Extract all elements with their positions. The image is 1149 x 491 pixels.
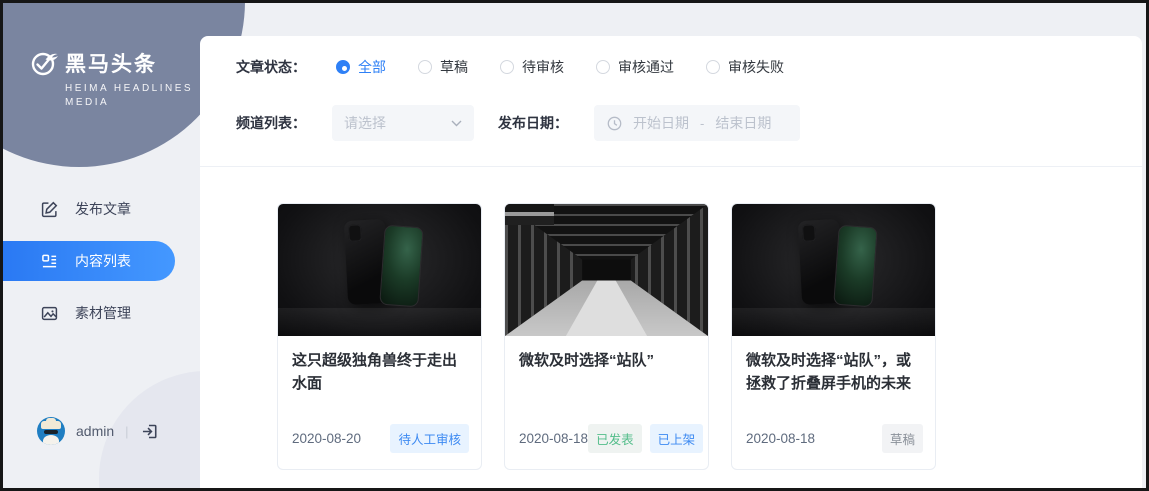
user-info: admin | (37, 417, 159, 445)
status-filter-label: 文章状态： (236, 59, 306, 75)
article-date: 2020-08-20 (292, 431, 362, 446)
edit-icon (41, 201, 58, 217)
date-separator: - (700, 115, 705, 131)
status-radio-group: 全部 草稿 待审核 审核通过 审核失败 (332, 57, 788, 77)
radio-draft[interactable]: 草稿 (414, 57, 472, 77)
article-cover-image (505, 204, 708, 336)
article-card[interactable]: 这只超级独角兽终于走出水面 2020-08-20 待人工审核 (277, 203, 482, 470)
date-filter-label: 发布日期： (498, 115, 568, 131)
article-card[interactable]: 微软及时选择“站队” 2020-08-18 已发表 已上架 (504, 203, 709, 470)
chevron-down-icon (451, 120, 462, 126)
status-filter-row: 文章状态： 全部 草稿 待审核 审核通过 审核失败 (236, 49, 1112, 85)
status-badge: 已发表 (588, 424, 642, 453)
start-date-placeholder: 开始日期 (633, 115, 689, 131)
channel-date-row: 频道列表： 请选择 发布日期： 开始日期 - 结束日期 (236, 105, 1112, 141)
radio-dot (336, 60, 350, 74)
username: admin (76, 423, 115, 439)
image-icon (41, 306, 58, 320)
radio-dot (418, 60, 432, 74)
app-window: 黑马头条 HEIMA HEADLINES MEDIA 发布文章 内容列表 素材管… (0, 0, 1149, 491)
filter-section: 文章状态： 全部 草稿 待审核 审核通过 审核失败 频道列表： 请选择 发布日期… (200, 36, 1142, 470)
sidebar-item-label: 素材管理 (75, 305, 131, 321)
status-badge: 已上架 (649, 424, 704, 453)
sidebar-item-content-list[interactable]: 内容列表 (3, 241, 175, 281)
sidebar-nav: 发布文章 内容列表 素材管理 (3, 189, 200, 345)
article-title: 微软及时选择“站队” (519, 352, 655, 369)
clock-icon (607, 116, 622, 130)
channel-filter-label: 频道列表： (236, 115, 306, 131)
radio-pending-review[interactable]: 待审核 (496, 57, 568, 77)
article-date: 2020-08-18 (746, 431, 816, 446)
brand-subtitle-2: MEDIA (65, 97, 110, 108)
article-cover-image (278, 204, 481, 336)
section-divider (200, 166, 1142, 167)
article-cover-image (732, 204, 935, 336)
brand-logo-icon (30, 49, 58, 77)
article-title: 这只超级独角兽终于走出水面 (292, 352, 458, 393)
sidebar-item-publish-article[interactable]: 发布文章 (3, 189, 200, 229)
date-range-input[interactable]: 开始日期 - 结束日期 (594, 105, 800, 141)
main-panel: 文章状态： 全部 草稿 待审核 审核通过 审核失败 频道列表： 请选择 发布日期… (200, 36, 1142, 488)
radio-review-failed[interactable]: 审核失败 (702, 57, 788, 77)
article-card-list: 这只超级独角兽终于走出水面 2020-08-20 待人工审核 微软及时选择“站队… (277, 203, 1112, 470)
radio-review-passed[interactable]: 审核通过 (592, 57, 678, 77)
channel-select[interactable]: 请选择 (332, 105, 474, 141)
article-date: 2020-08-18 (519, 431, 589, 446)
brand-name: 黑马头条 (65, 53, 157, 76)
status-badge: 草稿 (881, 424, 923, 453)
brand-logo: 黑马头条 HEIMA HEADLINES MEDIA (30, 48, 193, 108)
radio-all[interactable]: 全部 (332, 57, 390, 77)
end-date-placeholder: 结束日期 (715, 115, 772, 131)
avatar[interactable] (37, 417, 65, 445)
sidebar-item-label: 内容列表 (75, 253, 131, 269)
radio-dot (596, 60, 610, 74)
radio-dot (500, 60, 514, 74)
logout-icon[interactable] (140, 422, 159, 441)
radio-dot (706, 60, 720, 74)
brand-subtitle: HEIMA HEADLINES (65, 83, 194, 94)
sidebar-item-label: 发布文章 (75, 201, 131, 217)
user-divider: | (125, 423, 129, 439)
status-badge: 待人工审核 (390, 424, 469, 453)
list-icon (42, 254, 57, 267)
article-card[interactable]: 微软及时选择“站队”，或拯救了折叠屏手机的未来 2020-08-18 草稿 (731, 203, 936, 470)
article-title: 微软及时选择“站队”，或拯救了折叠屏手机的未来 (746, 352, 912, 393)
channel-select-placeholder: 请选择 (344, 115, 386, 131)
sidebar-item-material-management[interactable]: 素材管理 (3, 293, 200, 333)
